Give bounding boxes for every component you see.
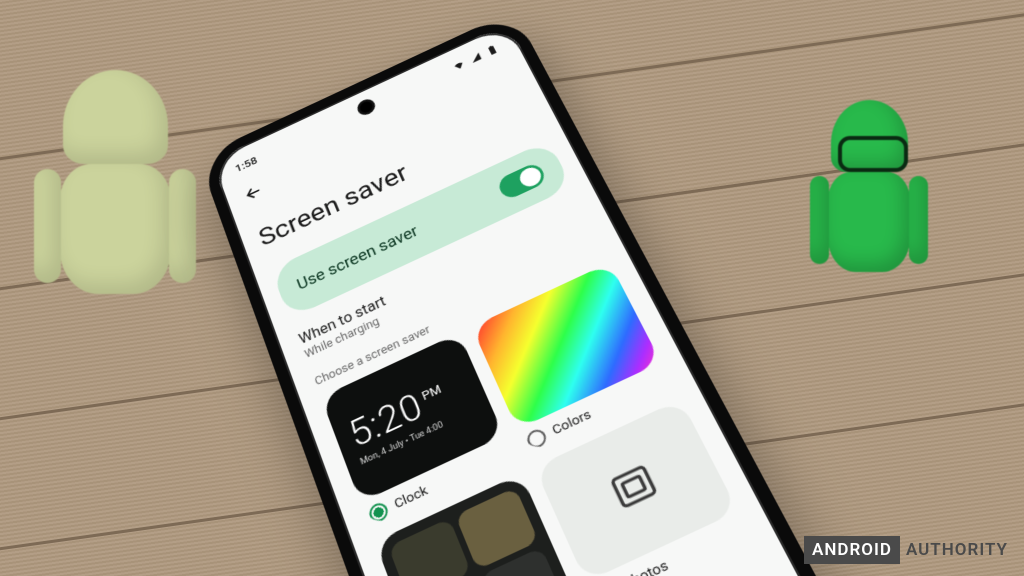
clock-label: Clock [392,482,430,512]
phone-device: 1:58 [198,10,865,576]
colors-radio[interactable] [524,427,549,451]
clock-preview-ampm: PM [420,383,444,404]
photos-icon [603,458,665,521]
watermark-right: AUTHORITY [900,536,1014,564]
use-screen-saver-toggle[interactable] [496,161,548,201]
watermark-left: ANDROID [804,536,900,564]
photo-backdrop: 1:58 [0,0,1024,576]
colors-label: Colors [550,407,594,439]
watermark: ANDROID AUTHORITY [804,536,1014,564]
back-icon[interactable] [243,186,266,207]
clock-radio[interactable] [367,500,391,525]
phone-screen: 1:58 [211,22,846,576]
